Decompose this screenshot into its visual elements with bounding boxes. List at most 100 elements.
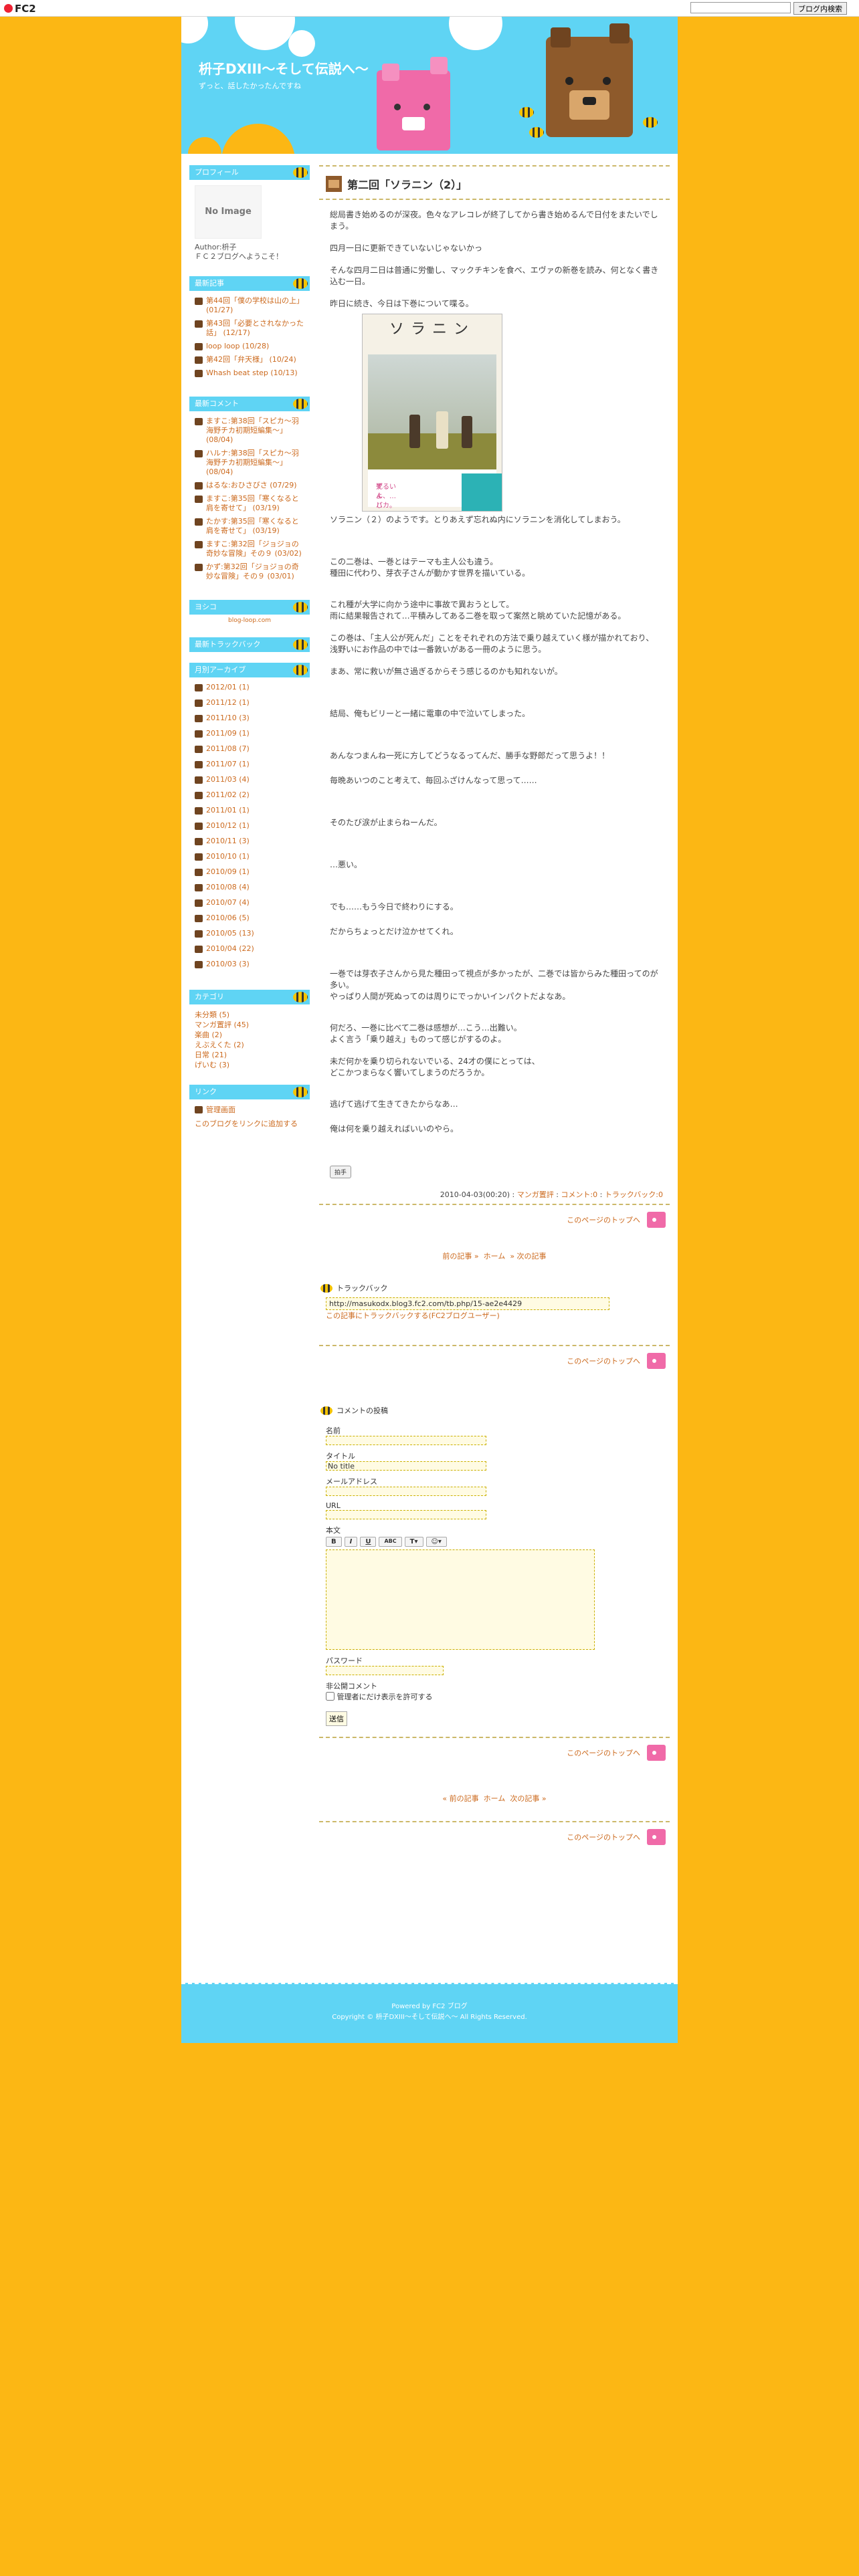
book-cover-image[interactable]: ソラニン 死んじゃうなんて、ずるいよ、…バカ。 — [362, 314, 502, 512]
list-item: 2011/03 (4) — [195, 775, 306, 784]
category-link[interactable]: 日常 (21) — [195, 1051, 227, 1059]
entry-paragraph: まあ、常に救いが無さ過ぎるからそう感じるのかも知れないが。 — [330, 667, 563, 676]
pink-bear-icon — [647, 1353, 666, 1369]
archive-link[interactable]: 2011/03 (4) — [206, 775, 250, 784]
ad-link[interactable]: blog-loop.com — [189, 615, 310, 627]
cover-figure — [409, 415, 420, 448]
category-link[interactable]: 未分類 (5) — [195, 1010, 229, 1019]
fc2-logo[interactable]: FC2 — [4, 3, 36, 15]
archive-link[interactable]: 2011/07 (1) — [206, 760, 250, 768]
cover-figure — [462, 416, 472, 448]
entry-paragraph: ソラニン（２）のようです。とりあえず忘れぬ内にソラニンを消化してしまおう。 — [330, 515, 626, 524]
recent-entry-link[interactable]: loop loop (10/28) — [206, 342, 269, 351]
entry-title[interactable]: 第二回「ソラニン（2）」 — [347, 176, 467, 192]
page-top-link[interactable]: このページのトップへ — [567, 1747, 640, 1758]
underline-button[interactable]: U — [360, 1537, 377, 1547]
email-input[interactable] — [326, 1487, 486, 1496]
url-input[interactable] — [326, 1510, 486, 1519]
sidebar-heading-profile: プロフィール — [189, 165, 310, 180]
blog-search-button[interactable]: ブログ内検索 — [793, 2, 847, 15]
prev-page-link[interactable]: « 前の記事 — [442, 1794, 478, 1803]
archive-link[interactable]: 2010/03 (3) — [206, 960, 250, 968]
archive-link[interactable]: 2012/01 (1) — [206, 683, 250, 691]
name-input[interactable] — [326, 1436, 486, 1445]
strikethrough-button[interactable]: ABC — [379, 1537, 402, 1547]
entry-trackbacks-link[interactable]: トラックバック:0 — [605, 1190, 663, 1199]
archive-link[interactable]: 2011/10 (3) — [206, 714, 250, 722]
archive-link[interactable]: 2010/08 (4) — [206, 883, 250, 891]
bear-bullet-icon — [195, 792, 203, 799]
next-entry-link[interactable]: » 次の記事 — [510, 1252, 546, 1261]
archive-link[interactable]: 2011/01 (1) — [206, 806, 250, 815]
recent-entry-link[interactable]: 第44回「僕の学校は山の上」 (01/27) — [206, 296, 306, 315]
pink-bear-icon — [647, 1829, 666, 1845]
archive-link[interactable]: 2010/07 (4) — [206, 898, 250, 907]
home-link[interactable]: ホーム — [484, 1794, 506, 1803]
home-link[interactable]: ホーム — [484, 1252, 506, 1261]
list-item: 第43回「必要とされなかった話」 (12/17) — [195, 319, 306, 338]
site-title[interactable]: 枡子DXIII〜そして伝説へ〜 — [199, 58, 369, 78]
category-link[interactable]: 楽曲 (2) — [195, 1031, 222, 1039]
add-link-to-blog[interactable]: このブログをリンクに追加する — [195, 1119, 298, 1128]
page-top-link[interactable]: このページのトップへ — [567, 1832, 640, 1842]
trackback-url-field[interactable]: http://masukodx.blog3.fc2.com/tb.php/15-… — [326, 1297, 609, 1310]
cover-portrait — [462, 473, 502, 511]
recent-comment-link[interactable]: ハルナ:第38回「スピカ〜羽海野チカ初期短編集〜」 (08/04) — [206, 449, 306, 477]
archive-link[interactable]: 2010/09 (1) — [206, 867, 250, 876]
page-top-link[interactable]: このページのトップへ — [567, 1214, 640, 1225]
archive-link[interactable]: 2010/06 (5) — [206, 914, 250, 922]
list-item: 第42回「弁天様」 (10/24) — [195, 355, 306, 364]
recent-comment-link[interactable]: ますこ:第38回「スピカ〜羽海野チカ初期短編集〜」 (08/04) — [206, 417, 306, 445]
submit-comment-button[interactable]: 送信 — [326, 1711, 347, 1726]
list-item: 2011/12 (1) — [195, 698, 306, 707]
archive-link[interactable]: 2010/12 (1) — [206, 821, 250, 830]
bee-icon — [293, 278, 308, 289]
powered-by[interactable]: Powered by FC2 ブログ — [181, 2002, 678, 2012]
bear-bullet-icon — [195, 946, 203, 953]
private-checkbox[interactable] — [326, 1692, 335, 1701]
page-top-link[interactable]: このページのトップへ — [567, 1356, 640, 1366]
bee-icon — [293, 602, 308, 613]
recent-comment-link[interactable]: はるな:おひさびさ (07/29) — [206, 481, 297, 490]
bee-icon — [320, 1406, 332, 1415]
prev-entry-link[interactable]: 前の記事 » — [442, 1252, 478, 1261]
bold-button[interactable]: B — [326, 1537, 342, 1547]
admin-link[interactable]: 管理画面 — [206, 1105, 235, 1115]
emoji-button[interactable]: ☺▾ — [425, 1537, 447, 1547]
blog-search-input[interactable] — [690, 2, 791, 13]
recent-comment-link[interactable]: ますこ:第35回「寒くなると肩を寄せて」 (03/19) — [206, 494, 306, 513]
copyright: Copyright © 枡子DXIII〜そして伝説へ〜 All Rights R… — [332, 2014, 527, 2021]
archive-link[interactable]: 2011/08 (7) — [206, 744, 250, 753]
recent-entry-link[interactable]: Whash beat step (10/13) — [206, 368, 298, 378]
password-input[interactable] — [326, 1666, 444, 1675]
entry-paragraph: あんなつまんね一死に方してどうなるってんだ、勝手な野郎だって思うよ！！ — [330, 751, 610, 760]
archive-link[interactable]: 2011/02 (2) — [206, 790, 250, 799]
archive-link[interactable]: 2010/11 (3) — [206, 837, 250, 845]
archive-link[interactable]: 2010/10 (1) — [206, 852, 250, 861]
archive-link[interactable]: 2010/04 (22) — [206, 944, 254, 953]
category-link[interactable]: マンガ置評 (45) — [195, 1021, 249, 1029]
pink-bear-icon — [647, 1745, 666, 1761]
title-input[interactable] — [326, 1461, 486, 1471]
next-page-link[interactable]: 次の記事 » — [510, 1794, 546, 1803]
comment-body-textarea[interactable] — [326, 1549, 595, 1650]
entry-category-link[interactable]: マンガ置評 — [517, 1190, 554, 1199]
recent-entry-link[interactable]: 第43回「必要とされなかった話」 (12/17) — [206, 319, 306, 338]
entry-comments-link[interactable]: コメント:0 — [561, 1190, 597, 1199]
recent-comment-link[interactable]: ますこ:第32回「ジョジョの奇妙な冒険」その９ (03/02) — [206, 540, 306, 558]
archive-link[interactable]: 2011/12 (1) — [206, 698, 250, 707]
italic-button[interactable]: I — [344, 1537, 358, 1547]
clap-button[interactable]: 拍手 — [330, 1166, 352, 1178]
entry-paragraph: …悪い。 — [330, 860, 363, 869]
archive-link[interactable]: 2011/09 (1) — [206, 729, 250, 738]
recent-entry-link[interactable]: 第42回「弁天様」 (10/24) — [206, 355, 296, 364]
bee-icon — [293, 992, 308, 1002]
recent-comment-link[interactable]: たかす:第35回「寒くなると肩を寄せて」 (03/19) — [206, 517, 306, 536]
category-link[interactable]: えぶえくた (2) — [195, 1041, 244, 1049]
archive-link[interactable]: 2010/05 (13) — [206, 929, 254, 938]
book-cover-title: ソラニン — [389, 321, 475, 338]
font-size-button[interactable]: T▾ — [404, 1537, 423, 1547]
trackback-this-link[interactable]: この記事にトラックバックする(FC2ブログユーザー) — [326, 1311, 500, 1320]
category-link[interactable]: げいむ (3) — [195, 1061, 229, 1069]
recent-comment-link[interactable]: かず:第32回「ジョジョの奇妙な冒険」その９ (03/01) — [206, 562, 306, 581]
